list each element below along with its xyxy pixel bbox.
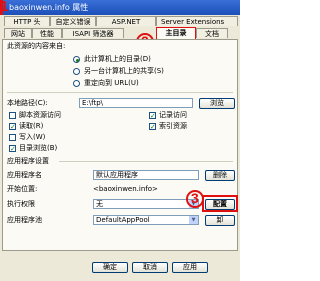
tab-label: 主目录	[165, 29, 187, 37]
tab-isapi-filters[interactable]: ISAPI 筛选器	[62, 28, 124, 38]
configure-highlight-box	[202, 195, 238, 212]
app-pool-value: DefaultAppPool	[96, 216, 150, 224]
step-1-marker: 1	[0, 0, 9, 15]
check-log-visits[interactable]: ✓	[149, 112, 156, 119]
browse-button[interactable]: 浏览	[199, 98, 235, 109]
app-settings-line	[59, 161, 233, 162]
exec-permission-label: 执行权限	[7, 200, 35, 208]
radio-network-share-label: 另一台计算机上的共享(S)	[84, 67, 164, 75]
cancel-button[interactable]: 取消	[132, 262, 168, 273]
check-log-visits-label: 记录访问	[159, 111, 187, 119]
radio-network-share[interactable]	[73, 68, 80, 75]
tab-documents[interactable]: 文档	[196, 28, 228, 38]
check-directory-browsing-label: 目录浏览(B)	[19, 144, 58, 152]
radio-redirect-url-label: 重定向到 URL(U)	[84, 79, 139, 87]
local-path-input[interactable]: E:\ftp\	[79, 98, 193, 108]
app-name-label: 应用程序名	[7, 171, 42, 179]
start-point-label: 开始位置:	[7, 185, 38, 193]
step-3-marker: 3	[191, 190, 199, 206]
radio-local-directory-label: 此计算机上的目录(D)	[84, 55, 151, 63]
tab-label: 文档	[205, 30, 219, 38]
radio-redirect-url[interactable]	[73, 80, 80, 87]
tab-aspnet[interactable]: ASP.NET	[96, 16, 156, 26]
check-read-label: 读取(R)	[19, 122, 44, 130]
tab-label: 自定义错误	[55, 18, 91, 26]
check-script-source-access-label: 脚本资源访问	[19, 111, 61, 119]
app-pool-label: 应用程序池	[7, 216, 42, 224]
tab-custom-errors[interactable]: 自定义错误	[50, 16, 96, 26]
window-title: baoxinwen.info 属性	[9, 3, 89, 12]
remove-button[interactable]: 删除	[205, 170, 235, 181]
dialog-buttons: 确定 取消 应用	[0, 254, 240, 281]
app-name-input[interactable]: 默认应用程序	[93, 170, 199, 180]
ok-button[interactable]: 确定	[92, 262, 128, 273]
app-pool-select[interactable]: DefaultAppPool ▼	[93, 215, 199, 225]
tab-label: ASP.NET	[111, 18, 141, 26]
tab-http-headers[interactable]: HTTP 头	[4, 16, 50, 26]
tab-home-directory[interactable]: 主目录	[156, 27, 196, 39]
radio-local-directory[interactable]	[73, 56, 80, 63]
chevron-down-icon: ▼	[189, 216, 198, 224]
apply-button[interactable]: 应用	[172, 262, 208, 273]
check-read[interactable]: ✓	[9, 123, 16, 130]
check-script-source-access[interactable]	[9, 112, 16, 119]
exec-permission-value: 无	[96, 200, 103, 208]
start-point-value: <baoxinwen.info>	[93, 185, 158, 193]
local-path-label: 本地路径(C):	[7, 99, 48, 107]
tab-label: 网站	[11, 30, 25, 38]
tab-performance[interactable]: 性能	[32, 28, 62, 38]
content-source-heading: 此资源的内容来自:	[7, 42, 66, 50]
tab-label: 性能	[40, 30, 54, 38]
tab-server-extensions[interactable]: Server Extensions	[156, 16, 238, 26]
title-bar[interactable]: 1 baoxinwen.info 属性	[0, 0, 240, 15]
check-index-resource-label: 索引资源	[159, 122, 187, 130]
app-settings-heading: 应用程序设置	[7, 157, 49, 165]
check-directory-browsing[interactable]: ✓	[9, 145, 16, 152]
exec-permission-select[interactable]: 无 ▼	[93, 199, 199, 209]
home-directory-panel: 此资源的内容来自: 此计算机上的目录(D) 另一台计算机上的共享(S) 重定向到…	[2, 39, 238, 251]
tab-label: ISAPI 筛选器	[72, 30, 114, 38]
tab-label: HTTP 头	[13, 18, 41, 26]
check-write[interactable]	[9, 134, 16, 141]
tab-label: Server Extensions	[161, 18, 225, 26]
check-index-resource[interactable]: ✓	[149, 123, 156, 130]
properties-dialog: 1 baoxinwen.info 属性 HTTP 头 自定义错误 ASP.NET…	[0, 0, 240, 281]
check-write-label: 写入(W)	[19, 133, 46, 141]
separator	[7, 92, 233, 93]
unload-button[interactable]: 卸	[205, 215, 235, 226]
tab-website[interactable]: 网站	[4, 28, 32, 38]
